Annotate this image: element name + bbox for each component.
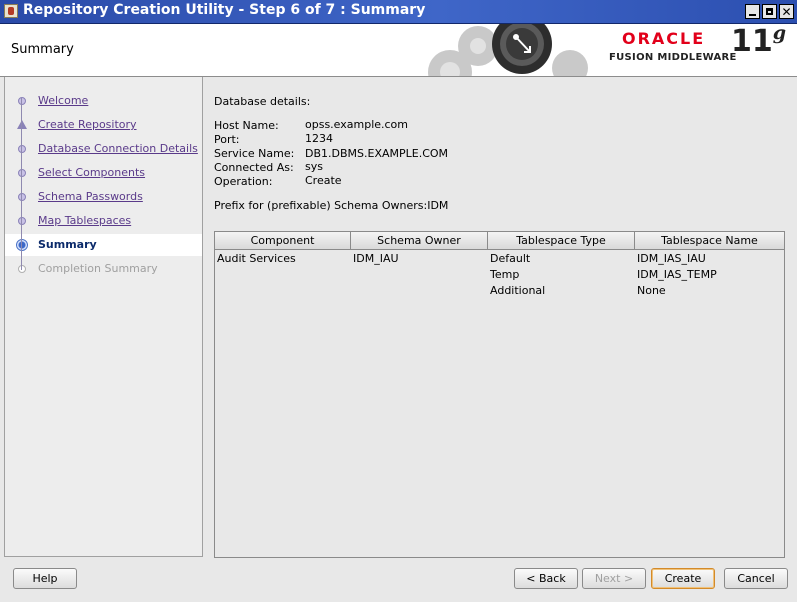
host-name-value: opss.example.com [305, 118, 409, 131]
column-header-component[interactable]: Component [215, 232, 351, 250]
minimize-button[interactable] [745, 4, 760, 19]
schema-prefix-text: Prefix for (prefixable) Schema Owners:ID… [214, 199, 449, 212]
nav-item-select-components[interactable]: Select Components [5, 162, 202, 184]
nav-item-label[interactable]: Create Repository [38, 118, 137, 131]
java-app-icon [4, 4, 18, 18]
help-button-label: Help [32, 572, 58, 585]
next-button: Next > [582, 568, 646, 589]
step-pending-icon [18, 265, 26, 273]
nav-item-label[interactable]: Schema Passwords [38, 190, 143, 203]
step-done-icon [18, 97, 26, 105]
back-button-label: < Back [526, 572, 566, 585]
nav-item-label[interactable]: Map Tablespaces [38, 214, 131, 227]
page-title: Summary [11, 42, 74, 57]
nav-item-database-connection-details[interactable]: Database Connection Details [5, 138, 202, 160]
minimize-icon [749, 13, 756, 16]
table-cell: IDM_IAS_IAU [637, 252, 706, 265]
host-name-label: Host Name: [214, 119, 279, 132]
column-header-schema-owner[interactable]: Schema Owner [351, 232, 488, 250]
table-cell: Additional [490, 284, 546, 297]
table-cell: IDM_IAU [353, 252, 399, 265]
service-name-value: DB1.DBMS.EXAMPLE.COM [305, 147, 449, 160]
create-button-label: Create [664, 572, 702, 585]
help-button[interactable]: Help [13, 568, 77, 589]
nav-item-label: Completion Summary [38, 262, 158, 275]
oracle-logo: ORACLE [622, 29, 706, 48]
wizard-header: Summary ORACLE FUSION MIDDLEWARE 11g [0, 22, 797, 77]
table-cell: Default [490, 252, 531, 265]
maximize-button[interactable] [762, 4, 777, 19]
version-mark: 11g [731, 22, 787, 59]
nav-item-label[interactable]: Database Connection Details [38, 142, 198, 155]
close-button[interactable]: ✕ [779, 4, 794, 19]
nav-item-map-tablespaces[interactable]: Map Tablespaces [5, 210, 202, 232]
nav-item-completion-summary: Completion Summary [5, 258, 202, 280]
back-button[interactable]: < Back [514, 568, 578, 589]
version-suffix: g [772, 22, 787, 44]
product-name: FUSION MIDDLEWARE [609, 52, 737, 63]
operation-label: Operation: [214, 175, 273, 188]
close-icon: ✕ [781, 4, 792, 19]
steps-connector-line [21, 98, 22, 270]
nav-item-label[interactable]: Select Components [38, 166, 145, 179]
table-cell: None [637, 284, 666, 297]
operation-value: Create [305, 174, 342, 187]
maximize-icon [766, 8, 773, 15]
port-value: 1234 [305, 132, 333, 145]
column-header-tablespace-name[interactable]: Tablespace Name [635, 232, 784, 250]
connected-as-value: sys [305, 160, 323, 173]
database-details-heading: Database details: [214, 95, 311, 108]
connected-as-label: Connected As: [214, 161, 294, 174]
nav-item-welcome[interactable]: Welcome [5, 90, 202, 112]
version-number: 11 [731, 24, 773, 59]
wizard-steps-panel: Welcome Create Repository Database Conne… [4, 77, 203, 557]
step-done-icon [18, 145, 26, 153]
table-cell: Audit Services [217, 252, 296, 265]
create-button[interactable]: Create [651, 568, 715, 589]
window-title: Repository Creation Utility - Step 6 of … [23, 2, 426, 18]
nav-item-label[interactable]: Welcome [38, 94, 88, 107]
next-button-label: Next > [594, 572, 634, 585]
nav-item-create-repository[interactable]: Create Repository [5, 114, 202, 136]
cancel-button[interactable]: Cancel [724, 568, 788, 589]
step-done-icon [18, 193, 26, 201]
port-label: Port: [214, 133, 240, 146]
step-done-icon [18, 217, 26, 225]
nav-item-schema-passwords[interactable]: Schema Passwords [5, 186, 202, 208]
table-cell: Temp [490, 268, 520, 281]
nav-item-summary[interactable]: Summary [5, 234, 202, 256]
nav-item-label: Summary [38, 238, 97, 251]
column-header-tablespace-type[interactable]: Tablespace Type [488, 232, 635, 250]
summary-table[interactable]: Component Schema Owner Tablespace Type T… [214, 231, 785, 558]
step-done-icon [18, 169, 26, 177]
service-name-label: Service Name: [214, 147, 295, 160]
table-cell: IDM_IAS_TEMP [637, 268, 717, 281]
cancel-button-label: Cancel [737, 572, 775, 585]
gears-graphic [428, 24, 588, 76]
step-current-icon [16, 239, 28, 251]
